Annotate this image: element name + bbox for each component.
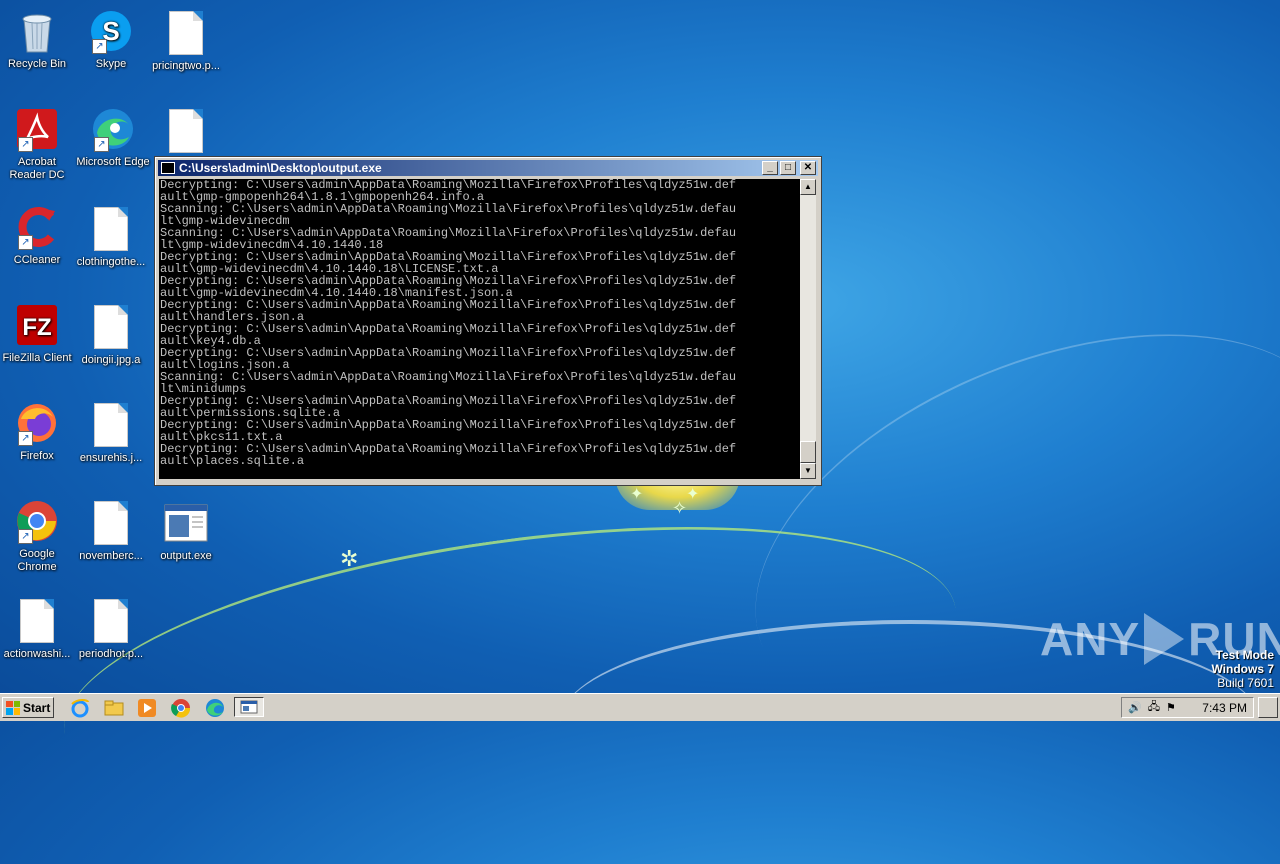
watermark-text-left: ANY: [1040, 613, 1141, 665]
desktop-icon-filezilla[interactable]: FZ FileZilla Client: [0, 302, 74, 365]
shortcut-arrow-icon: ↗: [18, 235, 33, 250]
desktop-icon-output-exe[interactable]: output.exe: [149, 500, 223, 563]
test-mode-label: Test Mode: [1215, 648, 1274, 662]
icon-label: Microsoft Edge: [76, 156, 150, 168]
desktop-icon-ensurehis[interactable]: ensurehis.j...: [74, 402, 148, 465]
shortcut-arrow-icon: ↗: [18, 137, 33, 152]
folder-icon[interactable]: [104, 698, 124, 718]
start-button[interactable]: Start: [2, 697, 54, 718]
show-desktop-button[interactable]: [1258, 697, 1278, 718]
desktop-icon-skype[interactable]: S ↗ Skype: [74, 8, 148, 71]
console-output[interactable]: Decrypting: C:\Users\admin\AppData\Roami…: [159, 179, 800, 479]
icon-label: Recycle Bin: [7, 58, 67, 70]
document-icon: [163, 108, 209, 154]
icon-label: novemberc...: [79, 550, 143, 562]
start-label: Start: [23, 700, 51, 715]
desktop-icon-pricingtwo[interactable]: pricingtwo.p...: [149, 10, 223, 73]
desktop-icon-periodhot[interactable]: periodhot.p...: [74, 598, 148, 661]
test-mode-notice: Test Mode Windows 7 Build 7601: [1211, 648, 1274, 690]
application-icon: [163, 500, 209, 546]
shortcut-arrow-icon: ↗: [18, 529, 33, 544]
os-label: Windows 7: [1211, 662, 1274, 676]
desktop-icon-firefox[interactable]: ↗ Firefox: [0, 400, 74, 463]
chrome-icon: ↗: [14, 498, 60, 544]
flag-notification-icon[interactable]: ⚑: [1166, 701, 1176, 714]
media-player-icon[interactable]: [137, 698, 157, 718]
edge-icon[interactable]: [205, 698, 225, 718]
shortcut-arrow-icon: ↗: [94, 137, 109, 152]
document-icon: [88, 206, 134, 252]
windows-logo-icon: [6, 700, 20, 715]
ccleaner-icon: ↗: [14, 204, 60, 250]
desktop-icon-novemberc[interactable]: novemberc...: [74, 500, 148, 563]
taskbar: Start 🔊 🖧 ⚑ 7:43 PM: [0, 693, 1280, 721]
icon-label: Acrobat Reader DC: [9, 156, 65, 181]
desktop-icon-doingii[interactable]: doingii.jpg.a: [74, 304, 148, 367]
system-tray: 🔊 🖧 ⚑ 7:43 PM: [1121, 697, 1254, 718]
firefox-icon: ↗: [14, 400, 60, 446]
scroll-up-button[interactable]: ▲: [800, 179, 816, 195]
icon-label: FileZilla Client: [2, 352, 72, 364]
svg-text:FZ: FZ: [22, 314, 51, 341]
chrome-icon[interactable]: [171, 698, 191, 718]
document-icon: [14, 598, 60, 644]
skype-icon: S ↗: [88, 8, 134, 54]
minimize-button[interactable]: _: [762, 161, 778, 175]
shortcut-arrow-icon: ↗: [18, 431, 33, 446]
icon-label: output.exe: [160, 550, 212, 562]
document-icon: [88, 598, 134, 644]
desktop-icon-actionwashi[interactable]: actionwashi...: [0, 598, 74, 661]
document-icon: [88, 500, 134, 546]
play-icon: [1144, 613, 1185, 665]
icon-label: Skype: [95, 58, 127, 70]
network-icon[interactable]: 🖧: [1148, 698, 1160, 717]
maximize-button[interactable]: □: [780, 161, 796, 175]
icon-label: Google Chrome: [17, 548, 57, 573]
desktop-icon-edge[interactable]: ↗ Microsoft Edge: [74, 106, 152, 169]
window-title: C:\Users\admin\Desktop\output.exe: [179, 161, 382, 175]
icon-label: clothingothe...: [76, 256, 146, 268]
desktop-icon-chrome[interactable]: ↗ Google Chrome: [0, 498, 74, 574]
vertical-scrollbar[interactable]: ▲ ▼: [800, 179, 816, 479]
scroll-down-button[interactable]: ▼: [800, 463, 816, 479]
document-icon: [163, 10, 209, 56]
filezilla-icon: FZ: [14, 302, 60, 348]
desktop-icon-acrobat[interactable]: ↗ Acrobat Reader DC: [0, 106, 74, 182]
desktop-icon-document[interactable]: [149, 108, 223, 158]
icon-label: CCleaner: [13, 254, 61, 266]
internet-explorer-icon[interactable]: [70, 698, 90, 718]
acrobat-icon: ↗: [14, 106, 60, 152]
desktop-icon-recycle-bin[interactable]: Recycle Bin: [0, 8, 74, 71]
desktop-icon-clothingothe[interactable]: clothingothe...: [74, 206, 148, 269]
clock[interactable]: 7:43 PM: [1202, 701, 1247, 715]
recycle-bin-icon: [14, 8, 60, 54]
desktop-icon-ccleaner[interactable]: ↗ CCleaner: [0, 204, 74, 267]
close-button[interactable]: ✕: [800, 161, 816, 175]
document-icon: [88, 304, 134, 350]
scroll-thumb[interactable]: [800, 441, 816, 463]
console-task-icon[interactable]: [234, 697, 264, 717]
shortcut-arrow-icon: ↗: [92, 39, 107, 54]
volume-icon[interactable]: 🔊: [1128, 701, 1142, 714]
icon-label: Firefox: [20, 450, 54, 462]
icon-label: ensurehis.j...: [79, 452, 143, 464]
console-window-icon: [161, 162, 175, 174]
icon-label: doingii.jpg.a: [81, 354, 141, 366]
icon-label: periodhot.p...: [78, 648, 144, 660]
console-window[interactable]: C:\Users\admin\Desktop\output.exe _ □ ✕ …: [154, 156, 822, 486]
icon-label: actionwashi...: [3, 648, 71, 660]
build-label: Build 7601: [1217, 676, 1274, 690]
document-icon: [88, 402, 134, 448]
title-bar[interactable]: C:\Users\admin\Desktop\output.exe _ □ ✕: [158, 160, 818, 176]
icon-label: pricingtwo.p...: [152, 60, 220, 72]
edge-icon: ↗: [90, 106, 136, 152]
